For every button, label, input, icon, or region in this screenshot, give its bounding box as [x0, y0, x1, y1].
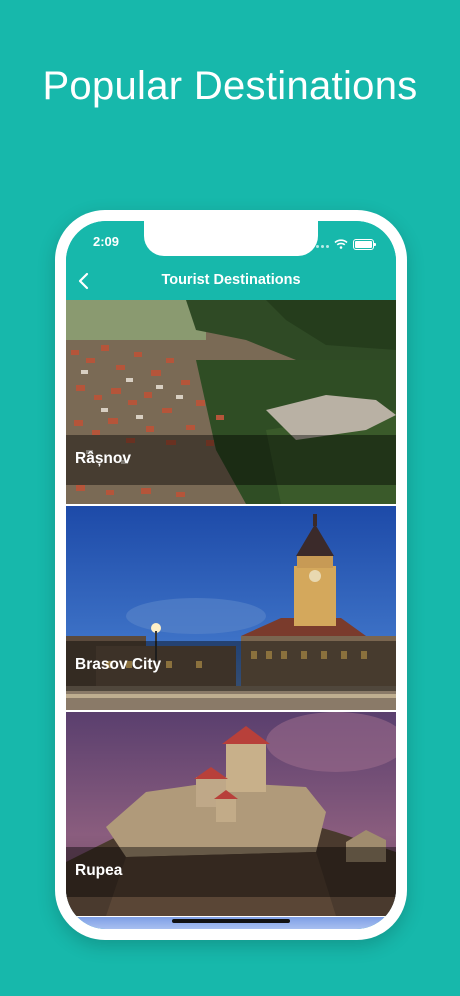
destination-list: Râșnov Brasov City Rupea: [66, 300, 396, 918]
destination-card-rasnov[interactable]: Râșnov: [66, 300, 396, 506]
signal-icon: [309, 235, 329, 253]
status-bar: 2:09: [66, 221, 396, 261]
wifi-icon: [334, 239, 348, 249]
nav-title: Tourist Destinations: [161, 272, 301, 288]
status-icons: [309, 235, 376, 253]
battery-icon: [353, 238, 376, 250]
notch: [144, 221, 318, 256]
destination-name: Râșnov: [75, 450, 131, 467]
destination-name: Brasov City: [75, 656, 162, 673]
nav-bar: Tourist Destinations: [66, 261, 396, 300]
destination-card-brasov[interactable]: Brasov City: [66, 506, 396, 712]
status-time: 2:09: [93, 234, 120, 249]
destination-card-rupea[interactable]: Rupea: [66, 712, 396, 918]
headline: Popular Destinations: [42, 64, 418, 108]
app-screen: 2:09 Tourist Destinations Râșnov Brasov …: [66, 221, 396, 929]
phone-mockup: 2:09 Tourist Destinations Râșnov Brasov …: [55, 210, 407, 940]
destination-name: Rupea: [75, 862, 123, 879]
home-indicator[interactable]: [172, 919, 290, 923]
